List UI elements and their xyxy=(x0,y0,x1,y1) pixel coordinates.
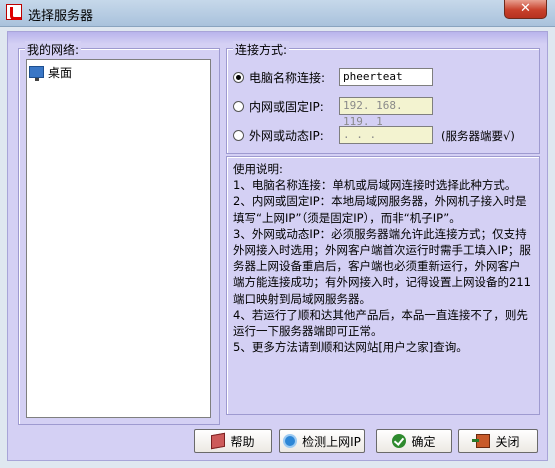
usage-line-1: 1、电脑名称连接：单机或局域网连接时选择此种方式。 xyxy=(233,178,517,193)
browser-icon xyxy=(283,434,298,448)
usage-line-3: 3、外网或动态IP：必须服务器端允许此连接方式；仅支持外网接入时选用；外网客户端… xyxy=(233,226,531,306)
close-button-label: 关闭 xyxy=(495,434,520,449)
check-ip-button[interactable]: 检测上网IP xyxy=(279,429,365,453)
checkmark-icon xyxy=(392,434,407,448)
connection-method-legend: 连接方式: xyxy=(233,41,290,58)
dialog-body: 我的网络: 桌面 连接方式: 电脑名称连接: pheerteat 内网或固定IP… xyxy=(7,31,548,461)
connection-method-group: 连接方式: 电脑名称连接: pheerteat 内网或固定IP: 192. 16… xyxy=(226,41,540,154)
my-network-group: 我的网络: 桌面 xyxy=(18,41,220,425)
option-intranet-ip[interactable]: 内网或固定IP: xyxy=(233,97,324,115)
title-bar: 选择服务器 ✕ xyxy=(0,0,555,27)
option-computer-name-label: 电脑名称连接: xyxy=(249,70,326,85)
window-title: 选择服务器 xyxy=(28,9,94,24)
check-ip-button-label: 检测上网IP xyxy=(302,434,361,449)
app-logo-icon xyxy=(6,4,22,20)
radio-computer-name[interactable] xyxy=(233,71,244,83)
network-tree[interactable]: 桌面 xyxy=(26,59,211,418)
external-ip-hint: (服务器端要√) xyxy=(441,129,515,143)
option-external-ip[interactable]: 外网或动态IP: xyxy=(233,126,324,144)
usage-line-5: 5、更多方法请到顺和达网站[用户之家]查询。 xyxy=(233,340,468,355)
tree-item-desktop[interactable]: 桌面 xyxy=(29,64,73,81)
option-computer-name[interactable]: 电脑名称连接: xyxy=(233,68,325,86)
usage-legend: 使用说明: xyxy=(233,162,283,176)
radio-external-ip[interactable] xyxy=(233,129,244,141)
radio-intranet-ip[interactable] xyxy=(233,100,244,112)
option-intranet-ip-label: 内网或固定IP: xyxy=(249,99,324,114)
ok-button-label: 确定 xyxy=(411,434,436,449)
help-button-label: 帮助 xyxy=(230,434,255,449)
usage-notes-group: 使用说明: 1、电脑名称连接：单机或局域网连接时选择此种方式。 2、内网或固定I… xyxy=(226,156,540,415)
option-external-ip-label: 外网或动态IP: xyxy=(249,128,324,143)
desktop-icon xyxy=(29,66,44,81)
my-network-legend: 我的网络: xyxy=(25,41,82,58)
help-button[interactable]: 帮助 xyxy=(194,429,272,453)
usage-line-2: 2、内网或固定IP：本地局域网服务器，外网机子接入时是填写“上网IP”（须是固定… xyxy=(233,194,527,225)
external-ip-input[interactable]: . . . xyxy=(339,126,433,144)
computer-name-input[interactable]: pheerteat xyxy=(339,68,433,86)
usage-notes-text: 使用说明: 1、电脑名称连接：单机或局域网连接时选择此种方式。 2、内网或固定I… xyxy=(233,161,531,355)
usage-line-4: 4、若运行了顺和达其他产品后，本品一直连接不了，则先运行一下服务器端即可正常。 xyxy=(233,307,528,339)
ok-button[interactable]: 确定 xyxy=(376,429,452,453)
window-close-button[interactable]: ✕ xyxy=(504,0,547,19)
exit-door-icon xyxy=(472,434,491,448)
help-book-icon xyxy=(211,432,226,450)
intranet-ip-input[interactable]: 192. 168. 119. 1 xyxy=(339,97,433,128)
tree-item-label: 桌面 xyxy=(48,65,73,80)
close-button[interactable]: 关闭 xyxy=(458,429,538,453)
